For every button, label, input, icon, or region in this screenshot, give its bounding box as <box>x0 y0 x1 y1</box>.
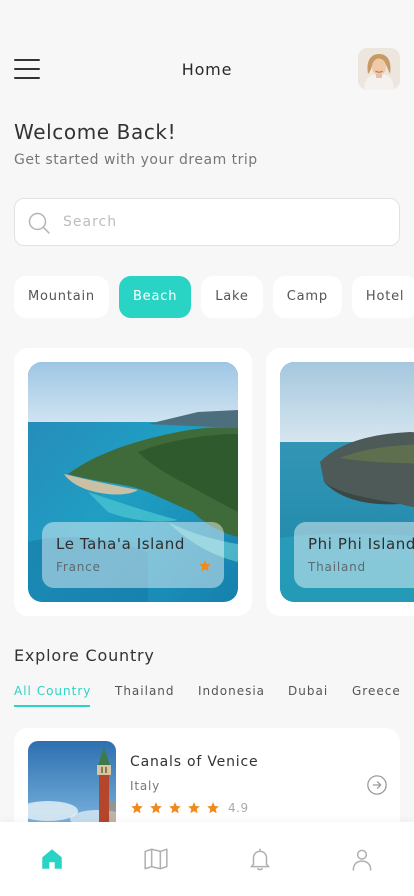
welcome-subtitle: Get started with your dream trip <box>14 152 258 168</box>
search-input[interactable] <box>63 209 383 235</box>
star-icon <box>131 802 143 814</box>
card-country: France <box>56 560 101 574</box>
arrow-right-circle-icon[interactable] <box>366 774 388 796</box>
bell-icon[interactable] <box>247 846 273 872</box>
star-icon[interactable] <box>198 559 212 573</box>
card-country: Thailand <box>308 560 366 574</box>
chip-mountain[interactable]: Mountain <box>14 276 109 318</box>
card-title: Phi Phi Islands <box>308 535 414 553</box>
star-icon <box>188 802 200 814</box>
home-icon[interactable] <box>39 846 65 872</box>
profile-icon[interactable] <box>349 846 375 872</box>
destination-title: Canals of Venice <box>130 754 259 770</box>
card-info-panel: Le Taha'a Island France <box>42 522 224 588</box>
tab-dubai[interactable]: Dubai <box>288 684 328 698</box>
chip-lake[interactable]: Lake <box>201 276 263 318</box>
card-title: Le Taha'a Island <box>56 535 185 553</box>
search-icon <box>28 212 50 234</box>
destination-photo <box>28 741 116 831</box>
bottom-nav <box>0 822 414 896</box>
country-tabs: All Country Thailand Indonesia Dubai Gre… <box>14 684 414 710</box>
app-header: Home <box>0 48 414 92</box>
page-title: Home <box>181 60 233 79</box>
chip-hotel[interactable]: Hotel <box>351 276 414 318</box>
featured-carousel: Le Taha'a Island France Phi Phi Islands … <box>14 348 414 616</box>
section-title: Explore Country <box>14 646 155 665</box>
tab-all-country[interactable]: All Country <box>14 684 91 698</box>
star-icon <box>169 802 181 814</box>
card-info-panel: Phi Phi Islands Thailand <box>294 522 414 588</box>
destination-country: Italy <box>130 779 161 793</box>
chip-camp[interactable]: Camp <box>272 276 342 318</box>
chip-beach[interactable]: Beach <box>118 276 192 318</box>
featured-card[interactable]: Phi Phi Islands Thailand <box>266 348 414 616</box>
tab-greece[interactable]: Greece <box>352 684 401 698</box>
active-tab-indicator <box>14 705 90 707</box>
rating: 4.9 <box>130 800 249 816</box>
rating-value: 4.9 <box>228 801 249 815</box>
welcome-title: Welcome Back! <box>14 120 177 144</box>
star-icon <box>150 802 162 814</box>
map-icon[interactable] <box>143 846 169 872</box>
tab-indonesia[interactable]: Indonesia <box>198 684 265 698</box>
tab-thailand[interactable]: Thailand <box>115 684 175 698</box>
search-bar[interactable] <box>14 198 400 246</box>
category-chips: Mountain Beach Lake Camp Hotel <box>14 276 414 318</box>
featured-card[interactable]: Le Taha'a Island France <box>14 348 252 616</box>
user-avatar[interactable] <box>358 48 400 90</box>
star-icon <box>207 802 219 814</box>
